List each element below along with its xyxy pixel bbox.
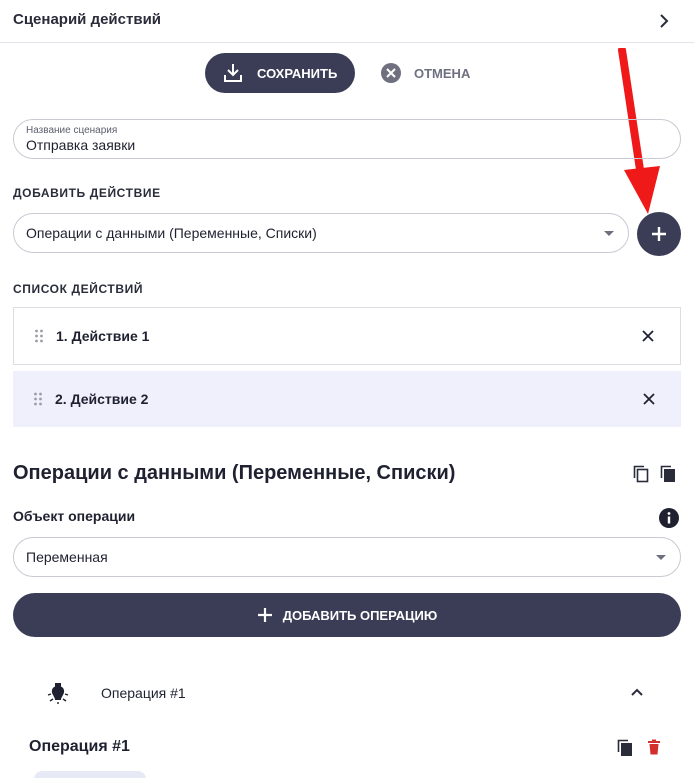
save-button[interactable]: СОХРАНИТЬ [205,53,355,93]
action-list-item[interactable]: 1. Действие 1 [13,307,681,365]
scenario-name-value: Отправка заявки [26,137,136,153]
operation-panel-title: Операции с данными (Переменные, Списки) [13,462,456,484]
chevron-up-icon[interactable] [629,684,645,700]
action-type-select[interactable]: Операции с данными (Переменные, Списки) [13,213,629,253]
scenario-name-label: Название сценария [26,125,118,136]
operation-object-label: Объект операции [13,508,136,524]
action-list-item-selected[interactable]: 2. Действие 2 [13,371,681,427]
trash-icon[interactable] [647,739,661,755]
add-operation-label: ДОБАВИТЬ ОПЕРАЦИЮ [282,607,438,623]
info-icon[interactable] [658,507,680,529]
cancel-button[interactable]: ОТМЕНА [380,53,470,93]
lightbulb-icon [47,683,69,704]
close-icon[interactable] [643,393,655,405]
operation-object-select[interactable]: Переменная [13,537,681,577]
action-list-item-label: 1. Действие 1 [56,328,150,344]
panel-header: Сценарий действий [0,0,694,43]
scenario-name-field[interactable]: Название сценария Отправка заявки [13,119,681,159]
operation-row-label: Операция #1 [101,685,186,701]
operation-heading: Операция #1 [29,738,130,755]
download-icon [224,64,242,82]
add-action-button[interactable] [637,212,681,256]
copy-icon[interactable] [633,465,649,483]
drag-handle-icon[interactable] [34,329,44,343]
panel-title: Сценарий действий [13,11,162,28]
plus-icon [652,227,666,241]
paste-icon[interactable] [660,465,676,483]
save-button-label: СОХРАНИТЬ [257,65,338,81]
cancel-button-label: ОТМЕНА [414,65,471,81]
paste-icon[interactable] [617,739,633,757]
operation-object-value: Переменная [26,549,108,565]
add-action-heading: ДОБАВИТЬ ДЕЙСТВИЕ [13,186,161,200]
dropdown-caret-icon [604,231,614,236]
action-list-item-label: 2. Действие 2 [55,391,149,407]
operation-chip[interactable] [34,771,146,778]
action-type-value: Операции с данными (Переменные, Списки) [26,225,317,241]
actions-list-heading: СПИСОК ДЕЙСТВИЙ [13,282,144,296]
add-operation-button[interactable]: ДОБАВИТЬ ОПЕРАЦИЮ [13,593,681,637]
drag-handle-icon[interactable] [33,392,43,406]
dropdown-caret-icon [656,555,666,560]
close-icon[interactable] [642,330,654,342]
cancel-circle-icon [381,63,401,83]
chevron-right-icon[interactable] [655,12,673,30]
operation-accordion-row[interactable]: Операция #1 [13,667,681,719]
plus-icon [257,608,272,622]
